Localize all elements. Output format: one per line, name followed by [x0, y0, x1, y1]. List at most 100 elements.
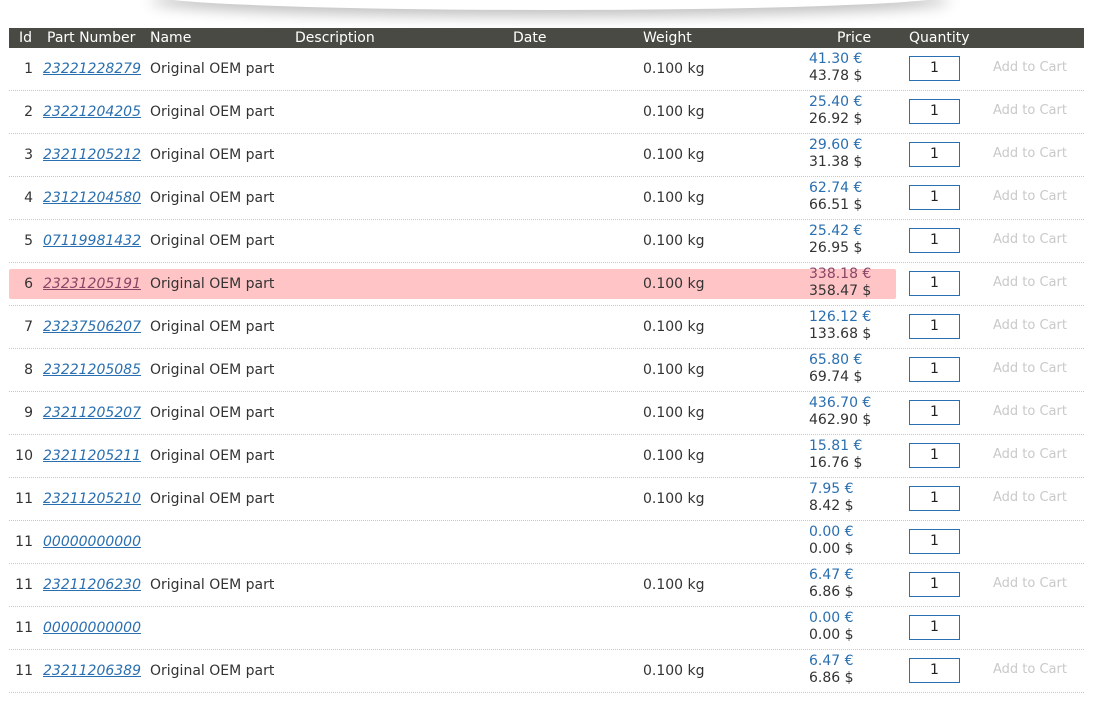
price-eur: 338.18 €	[809, 266, 872, 282]
price-block: 25.40 € 26.92 $	[809, 94, 862, 128]
price-eur: 6.47 €	[809, 653, 854, 669]
row-id: 5	[24, 233, 33, 249]
price-usd: 69.74 $	[809, 369, 863, 385]
price-block: 65.80 € 69.74 $	[809, 352, 862, 386]
part-number-link[interactable]: 23211206389	[43, 663, 141, 679]
price-block: 62.74 € 66.51 $	[809, 180, 862, 214]
add-to-cart-button[interactable]: Add to Cart	[993, 60, 1067, 75]
table-row: 11 23211206389 Original OEM part 0.100 k…	[9, 650, 1084, 693]
price-block: 15.81 € 16.76 $	[809, 438, 862, 472]
price-eur: 29.60 €	[809, 137, 863, 153]
price-usd: 8.42 $	[809, 498, 854, 514]
quantity-input[interactable]	[909, 357, 960, 382]
quantity-input[interactable]	[909, 615, 960, 640]
quantity-input[interactable]	[909, 486, 960, 511]
price-eur: 126.12 €	[809, 309, 872, 325]
part-number-link[interactable]: 23211205212	[43, 147, 141, 163]
price-eur: 65.80 €	[809, 352, 863, 368]
part-weight: 0.100 kg	[643, 319, 705, 335]
table-row: 8 23221205085 Original OEM part 0.100 kg…	[9, 349, 1084, 392]
price-block: 0.00 € 0.00 $	[809, 524, 854, 558]
quantity-input[interactable]	[909, 572, 960, 597]
column-header-description: Description	[295, 30, 375, 46]
price-eur: 0.00 €	[809, 610, 854, 626]
column-header-id: Id	[19, 30, 33, 46]
add-to-cart-button[interactable]: Add to Cart	[993, 318, 1067, 333]
price-usd: 0.00 $	[809, 627, 854, 643]
row-id: 11	[15, 663, 33, 679]
row-id: 3	[24, 147, 33, 163]
part-number-link[interactable]: 00000000000	[43, 534, 141, 550]
row-id: 11	[15, 620, 33, 636]
price-block: 25.42 € 26.95 $	[809, 223, 862, 257]
price-usd: 358.47 $	[809, 283, 872, 299]
add-to-cart-button[interactable]: Add to Cart	[993, 103, 1067, 118]
add-to-cart-button[interactable]: Add to Cart	[993, 146, 1067, 161]
add-to-cart-button[interactable]: Add to Cart	[993, 404, 1067, 419]
row-id: 7	[24, 319, 33, 335]
part-number-link[interactable]: 23221228279	[43, 61, 141, 77]
price-block: 7.95 € 8.42 $	[809, 481, 854, 515]
column-header-date: Date	[513, 30, 547, 46]
part-name: Original OEM part	[150, 448, 275, 464]
price-eur: 25.42 €	[809, 223, 863, 239]
price-usd: 31.38 $	[809, 154, 863, 170]
part-number-link[interactable]: 23237506207	[43, 319, 141, 335]
row-id: 6	[24, 276, 33, 292]
part-name: Original OEM part	[150, 577, 275, 593]
quantity-input[interactable]	[909, 185, 960, 210]
quantity-input[interactable]	[909, 443, 960, 468]
table-row: 2 23221204205 Original OEM part 0.100 kg…	[9, 91, 1084, 134]
table-row: 9 23211205207 Original OEM part 0.100 kg…	[9, 392, 1084, 435]
quantity-input[interactable]	[909, 658, 960, 683]
row-id: 2	[24, 104, 33, 120]
part-number-link[interactable]: 23211205211	[43, 448, 141, 464]
quantity-input[interactable]	[909, 314, 960, 339]
table-row: 11 23211205210 Original OEM part 0.100 k…	[9, 478, 1084, 521]
row-id: 9	[24, 405, 33, 421]
quantity-input[interactable]	[909, 271, 960, 296]
price-block: 338.18 € 358.47 $	[809, 266, 871, 300]
quantity-input[interactable]	[909, 529, 960, 554]
price-block: 0.00 € 0.00 $	[809, 610, 854, 644]
add-to-cart-button[interactable]: Add to Cart	[993, 232, 1067, 247]
price-block: 6.47 € 6.86 $	[809, 567, 854, 601]
add-to-cart-button[interactable]: Add to Cart	[993, 490, 1067, 505]
part-weight: 0.100 kg	[643, 190, 705, 206]
quantity-input[interactable]	[909, 56, 960, 81]
part-name: Original OEM part	[150, 405, 275, 421]
part-number-link[interactable]: 23221205085	[43, 362, 141, 378]
part-number-link[interactable]: 23211206230	[43, 577, 141, 593]
add-to-cart-button[interactable]: Add to Cart	[993, 662, 1067, 677]
quantity-input[interactable]	[909, 142, 960, 167]
price-usd: 6.86 $	[809, 584, 854, 600]
quantity-input[interactable]	[909, 400, 960, 425]
add-to-cart-button[interactable]: Add to Cart	[993, 189, 1067, 204]
add-to-cart-button[interactable]: Add to Cart	[993, 576, 1067, 591]
part-weight: 0.100 kg	[643, 577, 705, 593]
table-row: 10 23211205211 Original OEM part 0.100 k…	[9, 435, 1084, 478]
table-row: 1 23221228279 Original OEM part 0.100 kg…	[9, 48, 1084, 91]
table-row: 5 07119981432 Original OEM part 0.100 kg…	[9, 220, 1084, 263]
quantity-input[interactable]	[909, 99, 960, 124]
part-number-link[interactable]: 00000000000	[43, 620, 141, 636]
row-highlight	[9, 269, 896, 299]
part-number-link[interactable]: 23211205210	[43, 491, 141, 507]
add-to-cart-button[interactable]: Add to Cart	[993, 361, 1067, 376]
part-number-link[interactable]: 23231205191	[43, 276, 141, 292]
price-block: 126.12 € 133.68 $	[809, 309, 871, 343]
quantity-input[interactable]	[909, 228, 960, 253]
part-number-link[interactable]: 23211205207	[43, 405, 141, 421]
part-number-link[interactable]: 07119981432	[43, 233, 141, 249]
price-eur: 62.74 €	[809, 180, 863, 196]
part-number-link[interactable]: 23221204205	[43, 104, 141, 120]
add-to-cart-button[interactable]: Add to Cart	[993, 275, 1067, 290]
part-weight: 0.100 kg	[643, 233, 705, 249]
table-body: 1 23221228279 Original OEM part 0.100 kg…	[9, 48, 1084, 693]
add-to-cart-button[interactable]: Add to Cart	[993, 447, 1067, 462]
part-name: Original OEM part	[150, 104, 275, 120]
part-weight: 0.100 kg	[643, 405, 705, 421]
price-usd: 16.76 $	[809, 455, 863, 471]
part-name: Original OEM part	[150, 61, 275, 77]
part-number-link[interactable]: 23121204580	[43, 190, 141, 206]
